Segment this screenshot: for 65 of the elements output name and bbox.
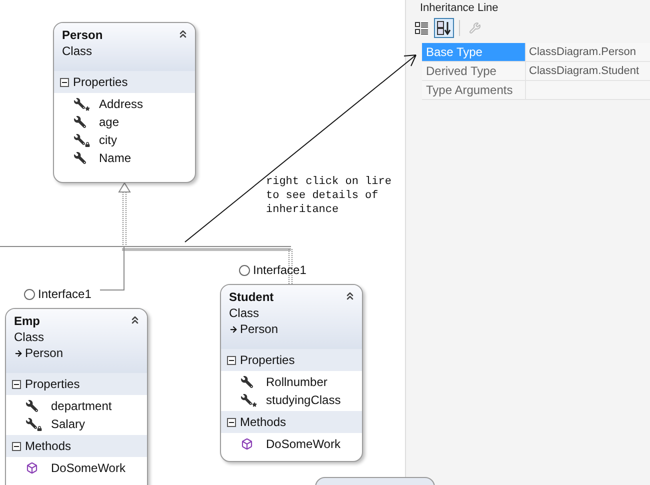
property-value: ClassDiagram.Student bbox=[529, 65, 640, 77]
alphabetical-button[interactable] bbox=[434, 18, 454, 38]
section-header[interactable]: Methods bbox=[221, 411, 362, 433]
class-shape[interactable]: Student Class Person Properties Rollnumber studyingClass Methods DoSomeWork bbox=[220, 284, 363, 462]
section-header[interactable]: Properties bbox=[54, 71, 195, 93]
member-name: DoSomeWork bbox=[266, 436, 340, 453]
member-name: Address bbox=[99, 96, 144, 113]
base-class: Person bbox=[25, 345, 64, 361]
member-name: DoSomeWork bbox=[51, 460, 126, 477]
section-header[interactable]: Properties bbox=[6, 373, 147, 395]
class-type: Class bbox=[229, 305, 260, 321]
member-name: Salary bbox=[51, 416, 86, 433]
member-name: Name bbox=[99, 150, 132, 167]
section-header[interactable]: Properties bbox=[221, 349, 362, 371]
wrench-icon bbox=[74, 152, 86, 164]
interface-lollipop-icon bbox=[24, 288, 35, 300]
class-shape[interactable]: Emp Class Person Properties department Salary Methods DoSomeWork bbox=[5, 308, 148, 485]
property-name[interactable]: Type Arguments bbox=[422, 81, 526, 100]
wrench-icon bbox=[74, 116, 86, 128]
categorized-list-icon bbox=[415, 22, 429, 34]
inherits-arrow-icon bbox=[229, 324, 238, 334]
member-name: studyingClass bbox=[266, 392, 341, 409]
collapse-chevron-icon[interactable] bbox=[129, 314, 141, 326]
interface-label: Interface1 bbox=[253, 262, 306, 279]
class-type: Class bbox=[14, 329, 46, 345]
class-name: Student bbox=[229, 289, 274, 305]
collapse-chevron-icon[interactable] bbox=[344, 290, 356, 302]
inherits-arrow-icon bbox=[14, 348, 23, 358]
member-name: city bbox=[99, 132, 117, 149]
wrench-lock-icon bbox=[26, 418, 42, 430]
section-title: Methods bbox=[240, 414, 286, 431]
member-name: age bbox=[99, 114, 120, 131]
property-value: ClassDiagram.Person bbox=[529, 46, 636, 58]
wrench-icon bbox=[26, 400, 38, 412]
panel-title: Inheritance Line bbox=[419, 1, 500, 16]
interface-lollipop-icon bbox=[239, 264, 250, 276]
collapse-icon[interactable] bbox=[227, 418, 236, 426]
annotation-note: right click on lire to see details of inheritance bbox=[266, 175, 392, 217]
wrench-star-icon bbox=[74, 98, 90, 110]
collapse-icon[interactable] bbox=[227, 356, 236, 364]
interface-label: Interface1 bbox=[38, 286, 92, 303]
collapse-icon[interactable] bbox=[12, 380, 21, 388]
collapse-chevron-icon[interactable] bbox=[177, 28, 189, 40]
cube-icon bbox=[241, 438, 253, 450]
class-type: Class bbox=[62, 43, 94, 59]
section-title: Properties bbox=[25, 376, 80, 393]
collapse-icon[interactable] bbox=[12, 442, 21, 450]
sort-alphabetical-icon bbox=[437, 21, 451, 35]
cube-icon bbox=[26, 462, 38, 474]
wrench-star-icon bbox=[241, 394, 257, 406]
member-name: department bbox=[51, 398, 112, 415]
section-title: Methods bbox=[25, 438, 72, 455]
section-title: Properties bbox=[240, 352, 295, 369]
class-name: Person bbox=[62, 27, 103, 43]
wrench-icon bbox=[241, 376, 253, 388]
member-name: Rollnumber bbox=[266, 374, 328, 391]
class-shape[interactable]: Person Class Properties Address age city Name bbox=[53, 22, 196, 183]
wrench-lock-icon bbox=[74, 134, 90, 146]
base-class: Person bbox=[240, 321, 278, 337]
wrench-icon bbox=[469, 22, 481, 34]
collapse-icon[interactable] bbox=[60, 78, 69, 86]
section-title: Properties bbox=[73, 74, 128, 91]
class-name: Emp bbox=[14, 313, 40, 329]
section-header[interactable]: Methods bbox=[6, 435, 147, 457]
property-name[interactable]: Derived Type bbox=[422, 62, 526, 81]
